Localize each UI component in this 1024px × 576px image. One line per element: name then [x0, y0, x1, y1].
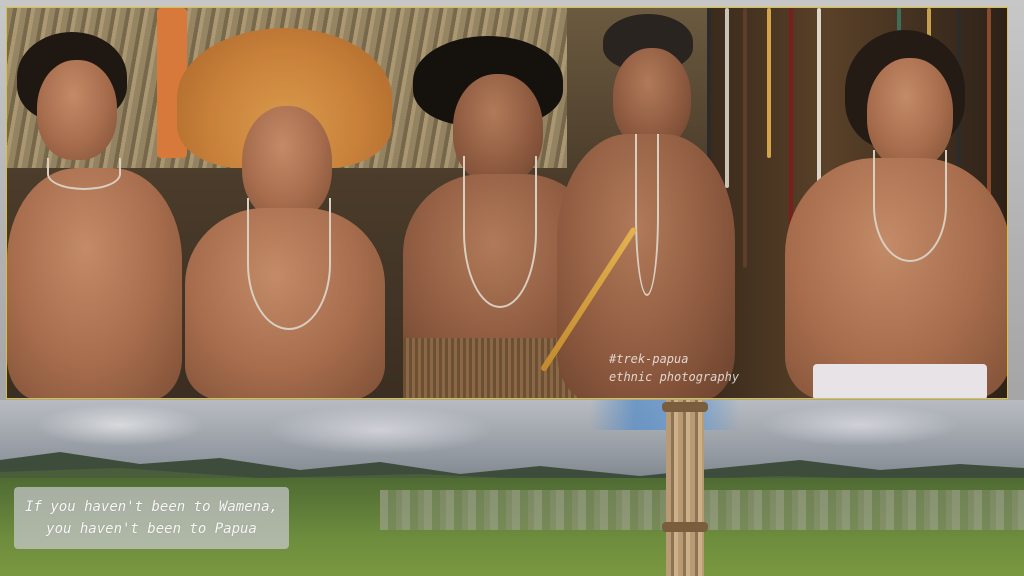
rope-binding: [662, 522, 708, 532]
rope-binding: [662, 402, 708, 412]
watermark-line-2: ethnic photography: [609, 370, 740, 384]
caption-line-2: you haven't been to Papua: [46, 521, 257, 537]
white-shorts: [813, 364, 987, 398]
photo-watermark: #trek-papua ethnic photography: [609, 350, 769, 386]
person-1: [7, 28, 182, 398]
person-4: [557, 14, 735, 398]
person-5: [785, 30, 1007, 398]
caption-line-1: If you haven't been to Wamena,: [25, 499, 278, 515]
wooden-pole: [666, 400, 704, 576]
watermark-line-1: #trek-papua: [609, 352, 689, 366]
top-photo-people: #trek-papua ethnic photography: [6, 7, 1008, 399]
caption-box: If you haven't been to Wamena, you haven…: [14, 487, 289, 549]
person-2: [177, 28, 392, 398]
